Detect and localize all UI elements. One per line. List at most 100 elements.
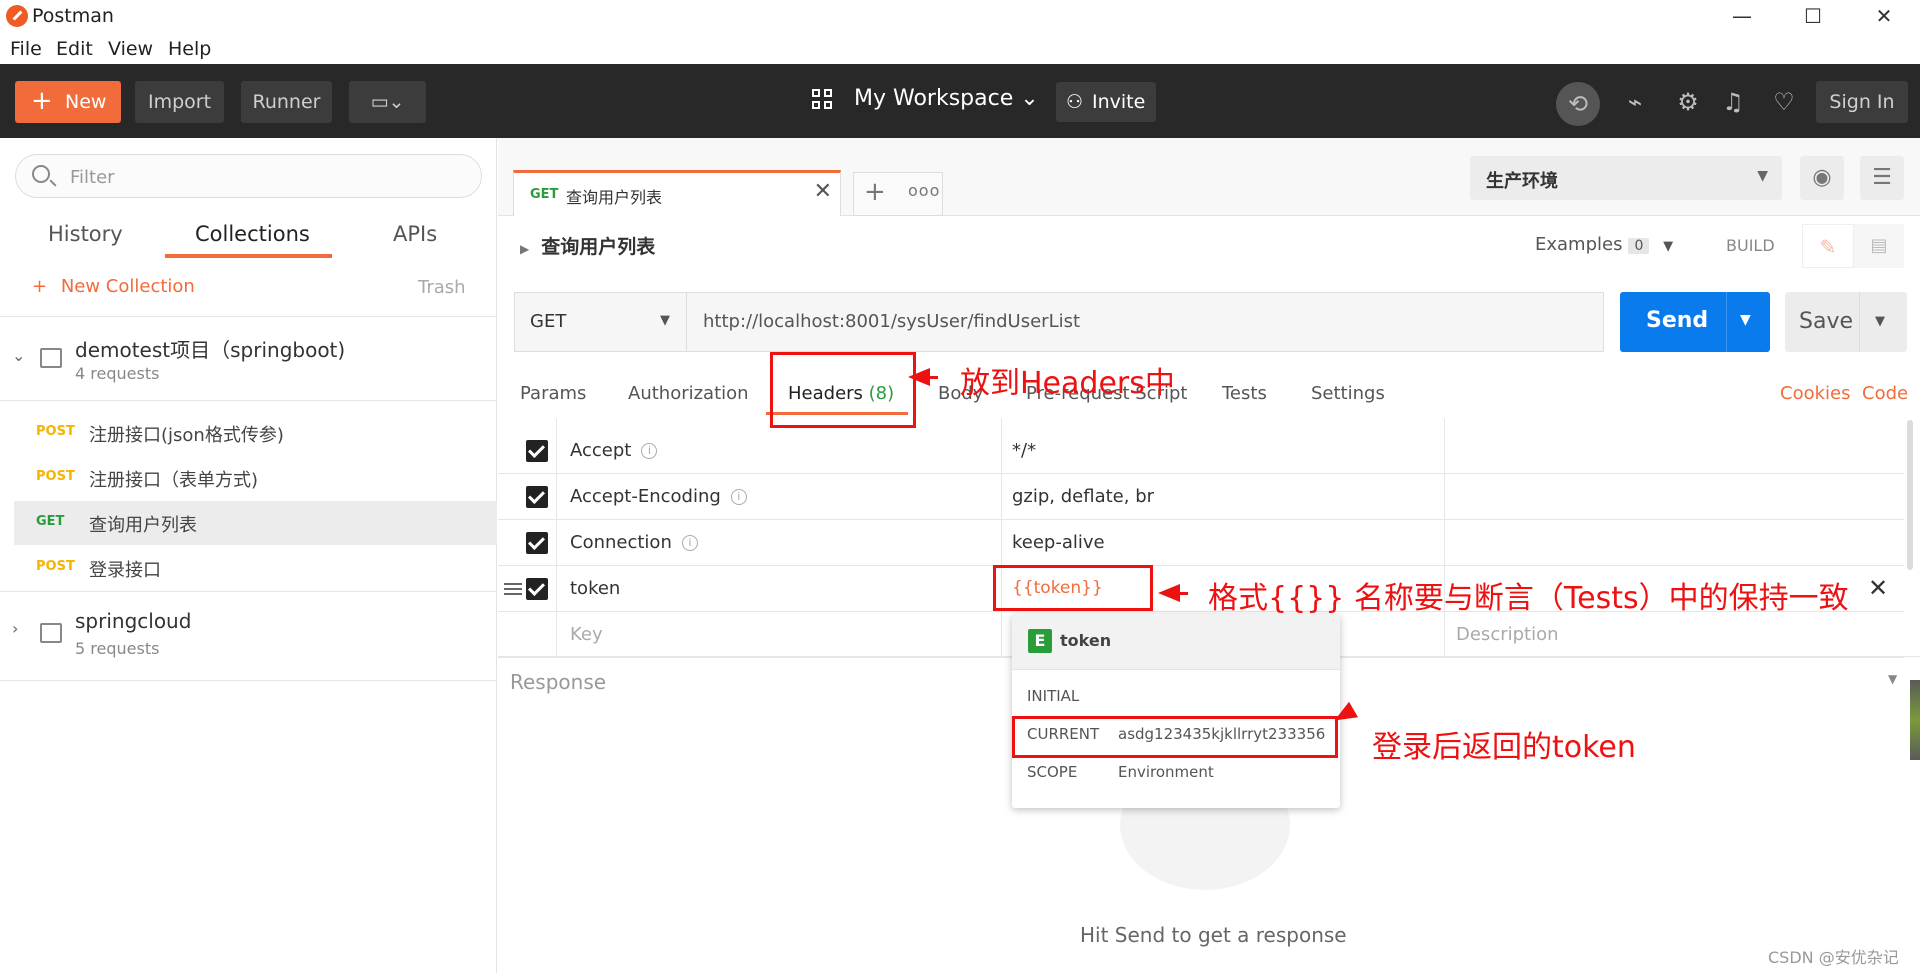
request-item[interactable]: GET 查询用户列表 bbox=[14, 501, 497, 545]
cookies-link[interactable]: Cookies bbox=[1780, 383, 1850, 404]
request-name: 注册接口（表单方式) bbox=[89, 470, 259, 491]
header-value[interactable]: gzip, deflate, br bbox=[1012, 486, 1154, 507]
caret-down-icon[interactable]: ▼ bbox=[1875, 314, 1885, 329]
drag-handle-icon[interactable] bbox=[504, 583, 522, 597]
folder-icon bbox=[40, 623, 62, 643]
url-input[interactable]: http://localhost:8001/sysUser/findUserLi… bbox=[703, 311, 1080, 332]
new-button[interactable]: + New bbox=[15, 81, 121, 123]
request-tab[interactable]: GET 查询用户列表 ✕ bbox=[513, 170, 841, 216]
method-badge: POST bbox=[36, 469, 75, 484]
variable-name: token bbox=[1060, 631, 1112, 650]
caret-down-icon: ▼ bbox=[660, 313, 670, 328]
heart-icon[interactable]: ♡ bbox=[1768, 86, 1800, 118]
environment-select[interactable]: 生产环境 ▼ bbox=[1470, 156, 1782, 200]
folder-icon bbox=[40, 348, 62, 368]
tab-apis[interactable]: APIs bbox=[393, 222, 437, 246]
row-checkbox[interactable] bbox=[526, 440, 548, 462]
response-label: Response bbox=[510, 670, 607, 694]
annotation-arrow-line bbox=[1176, 592, 1188, 595]
collection-item[interactable]: › springcloud 5 requests bbox=[0, 591, 497, 675]
scope-label: SCOPE bbox=[1027, 763, 1078, 781]
tab-tests[interactable]: Tests bbox=[1222, 383, 1267, 404]
caret-down-icon[interactable]: ▼ bbox=[1888, 672, 1897, 686]
request-item[interactable]: POST 注册接口(json格式传参) bbox=[14, 411, 497, 455]
header-key[interactable]: Accept i bbox=[570, 440, 658, 461]
header-value[interactable]: */* bbox=[1012, 440, 1036, 461]
save-button[interactable]: Save ▼ bbox=[1785, 292, 1907, 352]
more-icon[interactable]: ooo bbox=[908, 181, 940, 200]
grid-icon bbox=[812, 89, 834, 111]
request-item[interactable]: POST 注册接口（表单方式) bbox=[14, 456, 497, 500]
menu-view[interactable]: View bbox=[108, 38, 153, 60]
close-icon[interactable]: ✕ bbox=[814, 179, 832, 204]
header-key[interactable]: Connection i bbox=[570, 532, 698, 553]
sliders-icon[interactable]: ☰ bbox=[1860, 156, 1904, 200]
invite-button[interactable]: ⚇ Invite bbox=[1056, 82, 1156, 122]
satellite-icon[interactable]: ⌁ bbox=[1619, 86, 1651, 118]
chevron-down-icon: ⌄ bbox=[12, 346, 26, 365]
headers-annotation: 放到Headers中 bbox=[960, 366, 1175, 401]
close-window-button[interactable]: ✕ bbox=[1864, 4, 1904, 28]
sign-in-button[interactable]: Sign In bbox=[1816, 81, 1908, 123]
delete-row-icon[interactable]: ✕ bbox=[1868, 574, 1888, 602]
code-link[interactable]: Code bbox=[1862, 383, 1908, 404]
header-key[interactable]: Accept-Encoding i bbox=[570, 486, 747, 507]
minimize-button[interactable]: — bbox=[1722, 4, 1762, 28]
build-label[interactable]: BUILD bbox=[1726, 236, 1775, 255]
active-tab-indicator bbox=[165, 254, 332, 258]
scope-value: Environment bbox=[1118, 763, 1214, 781]
search-icon bbox=[32, 165, 50, 183]
postman-logo-icon bbox=[6, 5, 28, 27]
bell-icon[interactable]: ♫ bbox=[1717, 86, 1749, 118]
collection-item[interactable]: ⌄ demotest项目（springboot) 4 requests bbox=[0, 316, 497, 400]
runner-button[interactable]: Runner bbox=[241, 81, 332, 123]
menu-file[interactable]: File bbox=[10, 38, 42, 60]
method-select[interactable]: GET ▼ bbox=[515, 293, 687, 351]
new-collection-button[interactable]: + New Collection bbox=[32, 276, 195, 297]
sync-off-icon[interactable]: ⟲ bbox=[1556, 82, 1600, 126]
sidebar: Filter History Collections APIs + New Co… bbox=[0, 138, 497, 973]
request-item[interactable]: POST 登录接口 bbox=[14, 546, 497, 590]
app-header: + New Import Runner ▭⌄ My Workspace ⌄ ⚇ … bbox=[0, 64, 1920, 138]
row-checkbox[interactable] bbox=[526, 578, 548, 600]
token-value-highlight-box bbox=[993, 565, 1153, 611]
variable-popup: E token INITIAL CURRENT asdg123435kjkllr… bbox=[1012, 614, 1340, 808]
scrollbar[interactable] bbox=[1907, 420, 1913, 570]
title-bar: Postman — ☐ ✕ bbox=[0, 0, 1920, 34]
filter-input[interactable]: Filter bbox=[15, 154, 482, 198]
send-button[interactable]: Send ▼ bbox=[1620, 292, 1770, 352]
collection-name: demotest项目（springboot) bbox=[75, 338, 346, 362]
divider bbox=[0, 400, 497, 401]
caret-right-icon[interactable]: ▶ bbox=[520, 242, 529, 256]
tab-params[interactable]: Params bbox=[520, 383, 586, 404]
comment-icon[interactable]: ▤ bbox=[1854, 224, 1904, 268]
header-key[interactable]: token bbox=[570, 578, 620, 599]
new-window-button[interactable]: ▭⌄ bbox=[349, 81, 426, 123]
request-title: ▶ 查询用户列表 bbox=[520, 236, 656, 258]
header-value[interactable]: keep-alive bbox=[1012, 532, 1105, 553]
watermark: CSDN @安优杂记 bbox=[1768, 948, 1899, 967]
key-input[interactable]: Key bbox=[570, 624, 603, 645]
info-icon: i bbox=[681, 535, 698, 551]
tab-settings[interactable]: Settings bbox=[1311, 383, 1385, 404]
row-checkbox[interactable] bbox=[526, 486, 548, 508]
caret-down-icon[interactable]: ▼ bbox=[1740, 312, 1751, 328]
window-title: Postman bbox=[32, 5, 114, 27]
examples-dropdown[interactable]: Examples 0 ▼ bbox=[1535, 234, 1673, 255]
tab-authorization[interactable]: Authorization bbox=[628, 383, 749, 404]
trash-link[interactable]: Trash bbox=[418, 277, 466, 298]
current-token-annotation: 登录后返回的token bbox=[1372, 730, 1636, 765]
description-input[interactable]: Description bbox=[1456, 624, 1559, 645]
add-tab-icon[interactable]: + bbox=[864, 177, 886, 207]
import-button[interactable]: Import bbox=[135, 81, 224, 123]
maximize-button[interactable]: ☐ bbox=[1793, 4, 1833, 28]
row-checkbox[interactable] bbox=[526, 532, 548, 554]
add-user-icon: ⚇ bbox=[1066, 91, 1084, 113]
edit-icon[interactable]: ✎ bbox=[1802, 224, 1854, 268]
menu-help[interactable]: Help bbox=[168, 38, 211, 60]
eye-icon[interactable]: ◉ bbox=[1800, 156, 1844, 200]
tab-collections[interactable]: Collections bbox=[195, 222, 310, 246]
tab-history[interactable]: History bbox=[48, 222, 123, 246]
menu-edit[interactable]: Edit bbox=[56, 38, 93, 60]
settings-icon[interactable]: ⚙ bbox=[1672, 86, 1704, 118]
